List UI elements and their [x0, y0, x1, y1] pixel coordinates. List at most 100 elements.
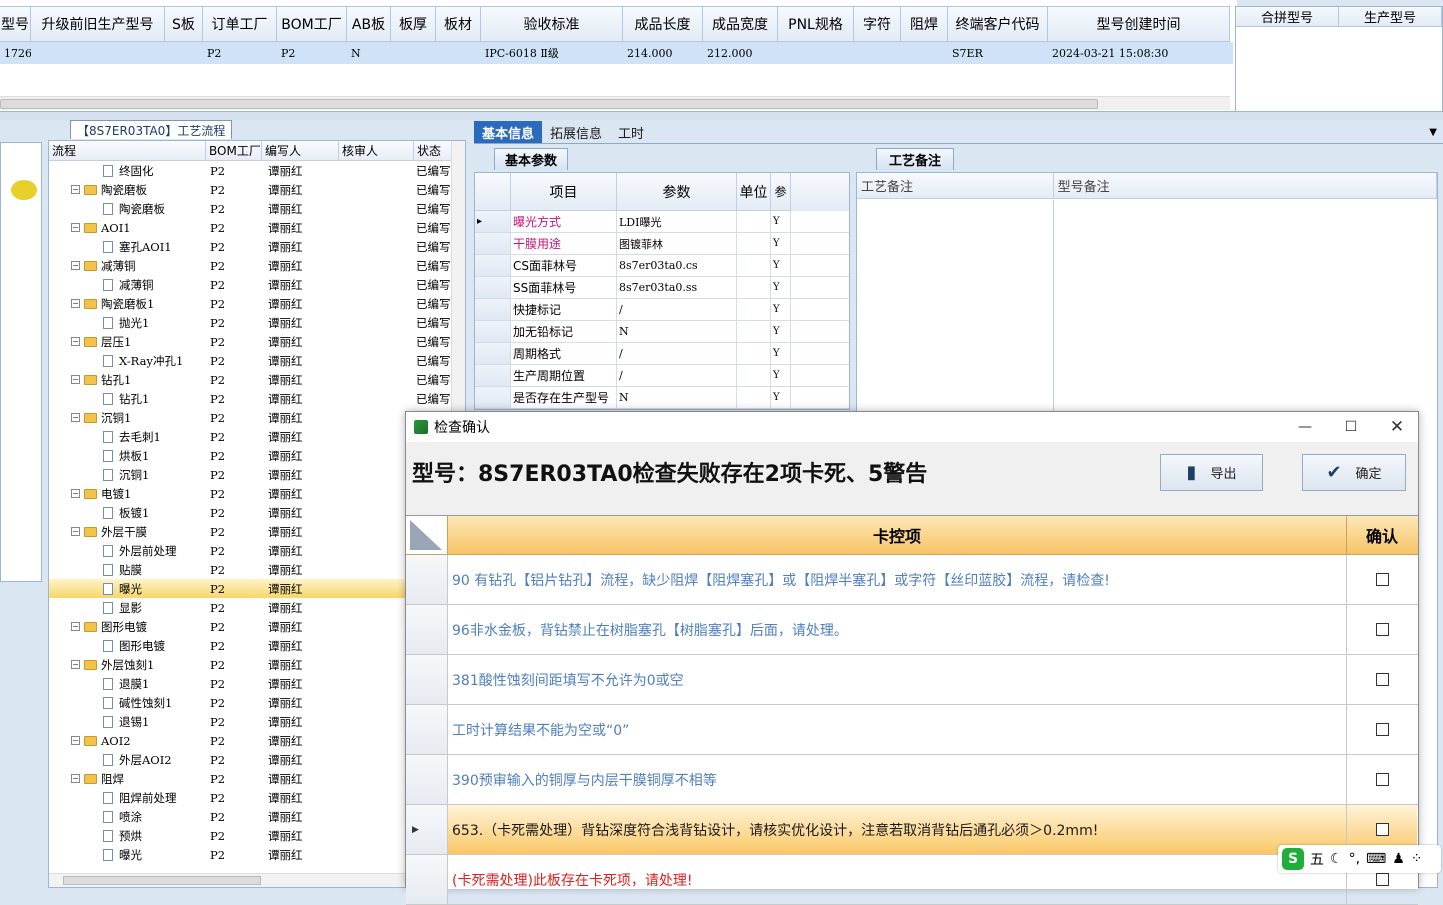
tree-row[interactable]: 去毛刺1 P2 谭丽红	[49, 427, 465, 446]
close-icon[interactable]: ✕	[1374, 416, 1420, 438]
tree-node[interactable]: 退锡1	[49, 712, 206, 731]
tree-node[interactable]: 终固化	[49, 161, 206, 180]
tree-node[interactable]: 图形电镀	[49, 636, 206, 655]
model-col-header[interactable]: 升级前旧生产型号	[31, 7, 165, 41]
collapse-icon[interactable]: −	[71, 489, 80, 498]
collapse-icon[interactable]: −	[71, 223, 80, 232]
tree-row[interactable]: 预烘 P2 谭丽红	[49, 826, 465, 845]
model-table-hscroll[interactable]	[0, 96, 1230, 110]
param-value[interactable]: /	[617, 343, 737, 364]
row-indicator[interactable]	[406, 655, 448, 704]
tree-node[interactable]: 板镀1	[49, 503, 206, 522]
tree-row[interactable]: − 电镀1 P2 谭丽红	[49, 484, 465, 503]
tree-row[interactable]: 外层AOI2 P2 谭丽红	[49, 750, 465, 769]
tree-node[interactable]: − 陶瓷磨板1	[49, 294, 206, 313]
tree-node[interactable]: 陶瓷磨板	[49, 199, 206, 218]
tree-node[interactable]: 外层AOI2	[49, 750, 206, 769]
model-col-header[interactable]: 验收标准	[481, 7, 623, 41]
tree-node[interactable]: 显影	[49, 598, 206, 617]
param-value[interactable]: N	[617, 387, 737, 408]
collapse-icon[interactable]: −	[71, 337, 80, 346]
tree-node[interactable]: − 阻焊	[49, 769, 206, 788]
confirm-checkbox-cell[interactable]	[1347, 655, 1417, 704]
row-indicator[interactable]	[475, 299, 511, 320]
tree-row[interactable]: 喷涂 P2 谭丽红	[49, 807, 465, 826]
tree-row[interactable]: − 沉铜1 P2 谭丽红	[49, 408, 465, 427]
row-indicator[interactable]: ▶	[406, 805, 448, 854]
tree-row[interactable]: − AOI2 P2 谭丽红	[49, 731, 465, 750]
col-writer[interactable]: 编写人	[262, 141, 339, 160]
tree-node[interactable]: 预烘	[49, 826, 206, 845]
collapse-icon[interactable]: −	[71, 660, 80, 669]
param-row[interactable]: 快捷标记 / Y	[475, 299, 849, 321]
collapse-icon[interactable]: −	[71, 413, 80, 422]
collapse-icon[interactable]: −	[71, 774, 80, 783]
col-flag[interactable]: 参	[771, 173, 791, 211]
tree-row[interactable]: 碱性蚀刻1 P2 谭丽红	[49, 693, 465, 712]
tree-node[interactable]: − 钻孔1	[49, 370, 206, 389]
tree-row[interactable]: − 层压1 P2 谭丽红 已编写	[49, 332, 465, 351]
model-col-header[interactable]: 型号	[0, 7, 31, 41]
collapse-icon[interactable]: −	[71, 736, 80, 745]
row-indicator[interactable]	[406, 555, 448, 604]
tree-row[interactable]: − AOI1 P2 谭丽红 已编写	[49, 218, 465, 237]
tree-row[interactable]: 板镀1 P2 谭丽红	[49, 503, 465, 522]
tree-row[interactable]: − 陶瓷磨板1 P2 谭丽红 已编写	[49, 294, 465, 313]
param-value[interactable]: /	[617, 365, 737, 386]
row-indicator[interactable]: ▸	[475, 211, 511, 232]
tree-row[interactable]: 塞孔AOI1 P2 谭丽红 已编写	[49, 237, 465, 256]
tree-node[interactable]: 外层前处理	[49, 541, 206, 560]
model-col-header[interactable]: 订单工厂	[203, 7, 277, 41]
production-model-header[interactable]: 生产型号	[1339, 7, 1442, 26]
check-item-row[interactable]: 工时计算结果不能为空或“0”	[406, 705, 1418, 755]
col-unit[interactable]: 单位	[737, 173, 771, 211]
scroll-thumb[interactable]	[63, 876, 261, 885]
collapse-icon[interactable]: −	[71, 261, 80, 270]
check-item-row[interactable]: (卡死需处理)此板存在卡死项，请处理!	[406, 855, 1418, 905]
param-row[interactable]: 是否存在生产型号 N Y	[475, 387, 849, 409]
col-item[interactable]: 项目	[511, 173, 617, 211]
row-indicator[interactable]	[475, 233, 511, 254]
tree-node[interactable]: X-Ray冲孔1	[49, 351, 206, 370]
tree-node[interactable]: − 沉铜1	[49, 408, 206, 427]
confirm-button[interactable]: ✔ 确定	[1302, 454, 1406, 491]
tree-row[interactable]: 曝光 P2 谭丽红	[49, 845, 465, 864]
ime-mode[interactable]: 五	[1310, 849, 1324, 869]
grid-icon[interactable]: ⁘	[1411, 851, 1423, 867]
model-col-header[interactable]: 阻焊	[901, 7, 948, 41]
collapse-icon[interactable]: −	[71, 375, 80, 384]
tree-row[interactable]: − 外层蚀刻1 P2 谭丽红	[49, 655, 465, 674]
confirm-checkbox-cell[interactable]	[1347, 555, 1417, 604]
sogou-icon[interactable]: S	[1282, 848, 1304, 870]
confirm-checkbox[interactable]	[1375, 573, 1389, 586]
collapse-icon[interactable]: −	[71, 185, 80, 194]
collapse-icon[interactable]: −	[71, 622, 80, 631]
tree-node[interactable]: 退膜1	[49, 674, 206, 693]
ime-toolbar[interactable]: S 五 ☾ °, ⌨ ♟ ⁘	[1278, 845, 1441, 873]
param-row[interactable]: 干膜用途 图镀菲林 Y	[475, 233, 849, 255]
confirm-checkbox[interactable]	[1375, 823, 1389, 836]
tree-node[interactable]: − 外层蚀刻1	[49, 655, 206, 674]
tree-row[interactable]: 曝光 P2 谭丽红	[49, 579, 465, 598]
tree-node[interactable]: 沉铜1	[49, 465, 206, 484]
param-row[interactable]: CS面菲林号 8s7er03ta0.cs Y	[475, 255, 849, 277]
tree-row[interactable]: 终固化 P2 谭丽红 已编写	[49, 161, 465, 180]
row-indicator[interactable]	[406, 855, 448, 904]
confirm-checkbox-cell[interactable]	[1347, 705, 1417, 754]
param-value[interactable]: LDI曝光	[617, 211, 737, 232]
param-value[interactable]: 图镀菲林	[617, 233, 737, 254]
maximize-icon[interactable]: ☐	[1328, 416, 1374, 438]
tree-row[interactable]: 退膜1 P2 谭丽红	[49, 674, 465, 693]
tree-node[interactable]: − 减薄铜	[49, 256, 206, 275]
keyboard-icon[interactable]: ⌨	[1366, 851, 1386, 867]
model-table-row[interactable]: 1726 P2 P2 N IPC-6018 Ⅱ级 214.000 212.000 S7ER 20…	[0, 42, 1233, 64]
collapse-icon[interactable]: −	[71, 299, 80, 308]
model-col-header[interactable]: PNL规格	[778, 7, 854, 41]
model-col-header[interactable]: 终端客户代码	[948, 7, 1048, 41]
confirm-checkbox[interactable]	[1375, 623, 1389, 636]
row-indicator[interactable]	[475, 365, 511, 386]
tree-node[interactable]: 抛光1	[49, 313, 206, 332]
tree-row[interactable]: 减薄铜 P2 谭丽红 已编写	[49, 275, 465, 294]
tree-row[interactable]: 外层前处理 P2 谭丽红	[49, 541, 465, 560]
punct-icon[interactable]: °,	[1349, 851, 1360, 867]
